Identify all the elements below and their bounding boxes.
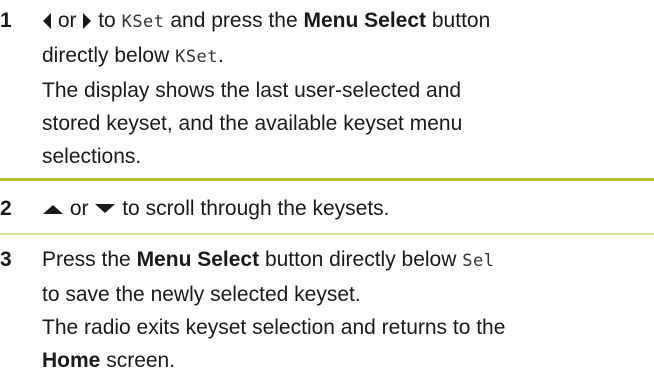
step-line: directly below KSet. — [42, 39, 642, 74]
step-result-line: The radio exits keyset selection and ret… — [42, 316, 506, 339]
step-body: or to KSet and press the Menu Select but… — [42, 4, 642, 173]
step-line: Press the Menu Select button directly be… — [42, 243, 642, 278]
home-label: Home — [42, 349, 101, 372]
step-number: 3 — [0, 248, 12, 271]
press-the-text: Press the — [42, 248, 131, 271]
step-result-line: The display shows the last user-selected… — [42, 79, 462, 102]
or-text: or — [57, 9, 77, 32]
menu-select-label: Menu Select — [136, 248, 260, 271]
directly-below-text: directly below — [42, 44, 170, 67]
step-result-line: selections. — [42, 145, 142, 168]
button-text: button — [431, 9, 491, 32]
step-body: Press the Menu Select button directly be… — [42, 243, 642, 377]
step-number: 2 — [0, 197, 12, 220]
step-body: or to scroll through the keysets. — [42, 192, 642, 225]
screen-text: screen. — [106, 349, 176, 372]
step-line: or to scroll through the keysets. — [42, 192, 642, 225]
step-line: or to KSet and press the Menu Select but… — [42, 4, 642, 39]
step-3: 3 Press the Menu Select button directly … — [0, 243, 654, 375]
and-press-text: and press the — [170, 9, 298, 32]
scroll-instruction-text: to scroll through the keysets. — [122, 197, 390, 220]
instruction-page: 1 or to KSet and press the Menu Select b… — [0, 0, 654, 381]
to-text: to — [98, 9, 116, 32]
down-arrow-icon — [94, 203, 116, 215]
up-arrow-icon — [42, 203, 64, 215]
kset-display-text: KSet — [121, 12, 165, 32]
step-number: 1 — [0, 9, 12, 32]
sel-display-text: Sel — [462, 251, 495, 271]
step-result-line: stored keyset, and the available keyset … — [42, 112, 463, 135]
kset-display-text: KSet — [175, 47, 219, 67]
step-line: to save the newly selected keyset. — [42, 283, 361, 306]
step-result-line: Home screen. — [42, 344, 642, 377]
step-1: 1 or to KSet and press the Menu Select b… — [0, 4, 654, 169]
step-divider — [0, 178, 654, 181]
period-text: . — [218, 44, 224, 67]
step-divider — [0, 233, 654, 235]
right-arrow-icon — [82, 12, 92, 30]
button-directly-below-text: button directly below — [264, 248, 457, 271]
menu-select-label: Menu Select — [303, 9, 427, 32]
or-text: or — [69, 197, 89, 220]
step-2: 2 or to scroll through the keysets. — [0, 192, 654, 225]
left-arrow-icon — [42, 12, 52, 30]
